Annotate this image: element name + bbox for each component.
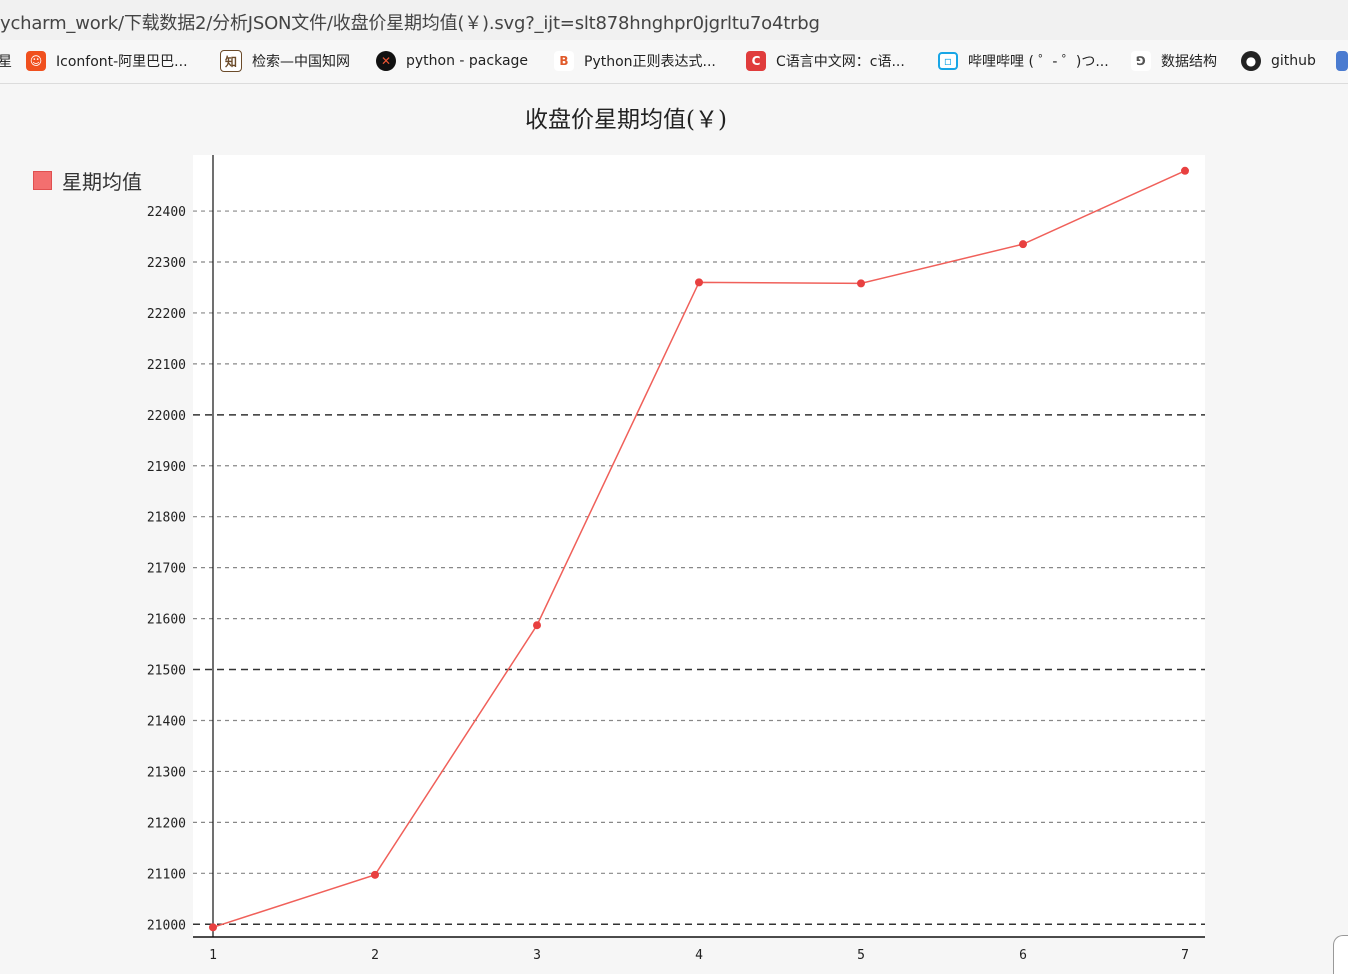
- x-tick-label: 2: [371, 948, 379, 963]
- x-tick-label: 5: [857, 948, 865, 963]
- y-tick-label: 21400: [147, 714, 186, 729]
- y-tick-label: 21600: [147, 613, 186, 628]
- chart-svg: 21000 21100 21200 21300 21400 21500 21600 21700…: [147, 155, 1205, 963]
- scroll-corner: [1333, 935, 1348, 974]
- y-tick-label: 21300: [147, 765, 186, 780]
- y-tick-label: 21900: [147, 460, 186, 475]
- y-tick-label: 21100: [147, 867, 186, 882]
- data-point: [371, 870, 379, 879]
- y-tick-label: 22100: [147, 358, 186, 373]
- y-tick-label: 21500: [147, 664, 186, 679]
- y-tick-label: 21700: [147, 562, 186, 577]
- x-tick-label: 6: [1019, 948, 1027, 963]
- data-point: [209, 923, 217, 932]
- y-tick-label: 21800: [147, 511, 186, 526]
- plot-area: [193, 155, 1205, 937]
- y-tick-label: 21000: [147, 918, 186, 933]
- x-tick-label: 3: [533, 948, 541, 963]
- data-point: [1019, 240, 1027, 249]
- data-point: [1181, 166, 1189, 175]
- y-tick-label: 22400: [147, 205, 186, 220]
- x-tick-label: 7: [1181, 948, 1189, 963]
- y-tick-label: 22000: [147, 409, 186, 424]
- y-tick-label: 22300: [147, 256, 186, 271]
- y-tick-label: 21200: [147, 816, 186, 831]
- data-point: [695, 278, 703, 287]
- x-tick-label: 4: [695, 948, 703, 963]
- data-point: [857, 279, 865, 288]
- data-point: [533, 621, 541, 630]
- x-tick-label: 1: [209, 948, 217, 963]
- y-tick-label: 22200: [147, 307, 186, 322]
